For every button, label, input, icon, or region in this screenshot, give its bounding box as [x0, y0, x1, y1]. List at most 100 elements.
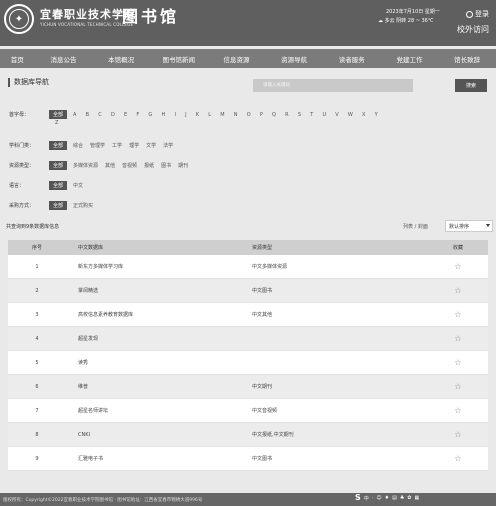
nav-item-resource-nav[interactable]: 资源导航 [265, 54, 323, 64]
grid-icon[interactable]: ▦ [415, 495, 420, 502]
letter-option[interactable]: L [208, 112, 211, 118]
favorite-button[interactable]: ☆ [428, 310, 488, 319]
favorite-button[interactable]: ☆ [428, 334, 488, 343]
letter-option[interactable]: Q [272, 112, 276, 118]
favorite-button[interactable]: ☆ [428, 382, 488, 391]
filter-all-button[interactable]: 全部 [49, 201, 68, 210]
discipline-option[interactable]: 文学 [146, 142, 156, 149]
footer-copyright: 版权所有：Copyright©2022宜春职业技术学院图书馆 · 图书馆地址：江… [3, 497, 203, 503]
star-icon: ☆ [454, 358, 462, 367]
purchase-option[interactable]: 正式购买 [73, 202, 93, 209]
language-option[interactable]: 中文 [73, 182, 83, 189]
letter-option[interactable]: V [335, 112, 338, 118]
nav-item-about[interactable]: 本馆概况 [92, 54, 150, 64]
row-seq: 4 [35, 335, 39, 342]
letter-option[interactable]: T [310, 112, 313, 118]
letter-option[interactable]: R [285, 112, 288, 118]
resource-type-option[interactable]: 音视频 [122, 162, 137, 169]
sogou-s-icon[interactable]: S [355, 493, 361, 502]
letter-option[interactable]: M [220, 112, 224, 118]
row-name-link[interactable]: 超星发现 [66, 335, 206, 342]
discipline-option[interactable]: 综合 [73, 142, 83, 149]
discipline-option[interactable]: 法学 [163, 142, 173, 149]
row-name-link[interactable]: CNKI [66, 432, 206, 438]
filter-all-button[interactable]: 全部 [49, 161, 68, 170]
favorite-button[interactable]: ☆ [428, 286, 488, 295]
letter-option[interactable]: I [174, 112, 175, 118]
search-input[interactable] [253, 79, 413, 92]
nav-item-announcements[interactable]: 消息公告 [35, 54, 93, 64]
row-name-link[interactable]: 读秀 [66, 359, 206, 366]
letter-option[interactable]: B [86, 112, 89, 118]
resource-type-option[interactable]: 其他 [105, 162, 115, 169]
user-icon [466, 10, 473, 18]
skin-icon[interactable]: ♣ [400, 495, 404, 502]
favorite-button[interactable]: ☆ [428, 406, 488, 415]
offcampus-access-link[interactable]: 校外访问 [457, 24, 489, 35]
letter-option[interactable]: X [362, 112, 365, 118]
chinese-input-icon[interactable]: 中 [364, 495, 369, 502]
row-name-link[interactable]: 高校信息素养教育数据库 [66, 311, 206, 318]
discipline-option[interactable]: 管理学 [90, 142, 105, 149]
result-summary: 共查询到9条数据库信息 [6, 224, 60, 230]
filter-label: 资源类型： [9, 163, 35, 169]
letter-option[interactable]: H [161, 112, 165, 118]
search-button[interactable]: 搜索 [455, 79, 487, 92]
letter-option[interactable]: K [196, 112, 199, 118]
favorite-button[interactable]: ☆ [428, 454, 488, 463]
table-row: 8 CNKI 中文报纸,中文期刊 ☆ [8, 423, 488, 447]
row-name-link[interactable]: 新东方多媒体学习库 [66, 263, 206, 270]
filter-all-button[interactable]: 全部 [49, 110, 68, 119]
row-name-link[interactable]: 掌阅精选 [66, 287, 206, 294]
letter-option[interactable]: D [111, 112, 115, 118]
letter-option[interactable]: S [298, 112, 301, 118]
letter-option[interactable]: W [348, 112, 353, 118]
nav-item-home[interactable]: 首页 [0, 54, 35, 64]
nav-item-reader-services[interactable]: 读者服务 [323, 54, 381, 64]
letter-option[interactable]: A [73, 112, 76, 118]
row-name-link[interactable]: 汇雅电子书 [66, 455, 206, 462]
school-name-english: YICHUN VOCATIONAL TECHNICAL COLLEGE [40, 22, 134, 27]
filter-all-button[interactable]: 全部 [49, 181, 68, 190]
nav-item-news[interactable]: 图书馆新闻 [150, 54, 208, 64]
favorite-button[interactable]: ☆ [428, 358, 488, 367]
letter-option[interactable]: G [148, 112, 152, 118]
resource-type-option[interactable]: 图书 [161, 162, 171, 169]
row-name-link[interactable]: 维普 [66, 383, 206, 390]
letter-option-z[interactable]: Z [55, 120, 58, 126]
toolbox-icon[interactable]: ✿ [407, 495, 411, 502]
letter-option[interactable]: P [260, 112, 263, 118]
favorite-button[interactable]: ☆ [428, 262, 488, 271]
filter-label: 采购方式： [9, 203, 35, 209]
favorite-button[interactable]: ☆ [428, 430, 488, 439]
discipline-option[interactable]: 理学 [129, 142, 139, 149]
letter-option[interactable]: F [136, 112, 139, 118]
letter-option[interactable]: E [124, 112, 127, 118]
filter-all-button[interactable]: 全部 [49, 141, 68, 150]
nav-item-resources[interactable]: 信息资源 [208, 54, 266, 64]
nav-item-director-message[interactable]: 馆长致辞 [438, 54, 496, 64]
star-icon: ☆ [454, 262, 462, 271]
row-type: 中文图书 [252, 456, 273, 462]
letter-option[interactable]: U [322, 112, 326, 118]
school-logo[interactable]: ✦ [4, 4, 34, 34]
letter-option[interactable]: Y [375, 112, 378, 118]
voice-icon[interactable]: ♦ [385, 495, 389, 502]
resource-type-option[interactable]: 期刊 [178, 162, 188, 169]
view-toggle[interactable]: 列表 / 封面 [403, 223, 428, 230]
emoji-icon[interactable]: ☺ [376, 495, 381, 502]
sort-select[interactable]: 默认排序 [445, 220, 493, 232]
row-name-link[interactable]: 超星名师讲坛 [66, 407, 206, 414]
letter-option[interactable]: C [98, 112, 102, 118]
resource-type-option[interactable]: 多媒体资源 [73, 162, 98, 169]
nav-item-party-work[interactable]: 党建工作 [381, 54, 439, 64]
letter-option[interactable]: N [234, 112, 238, 118]
resource-type-option[interactable]: 报纸 [144, 162, 154, 169]
star-icon: ☆ [454, 310, 462, 319]
letter-option[interactable]: O [247, 112, 251, 118]
login-link[interactable]: 登录 [466, 9, 489, 19]
keyboard-icon[interactable]: ▤ [392, 495, 397, 502]
discipline-option[interactable]: 工学 [112, 142, 122, 149]
letter-option[interactable]: J [185, 112, 186, 118]
punctuation-icon[interactable]: · [372, 495, 374, 502]
